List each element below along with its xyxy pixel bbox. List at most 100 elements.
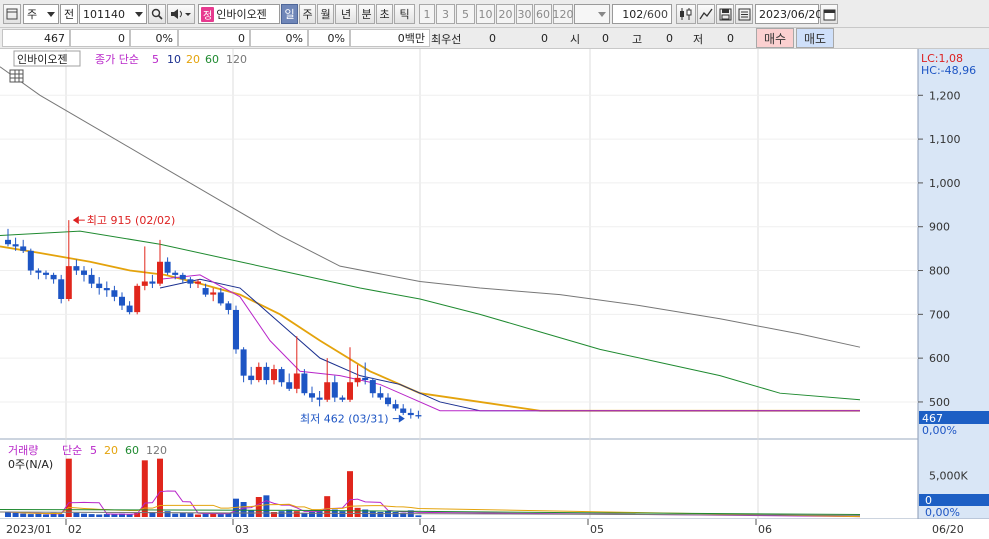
volume-rate: 0% (250, 29, 308, 47)
volume-bar (103, 514, 110, 517)
chart-area[interactable]: 1,200 1,100 1,000 900 800 700 600 500 5,000K 2023… (0, 49, 989, 539)
buy-button[interactable]: 매수 (756, 28, 794, 48)
low-price: 0 (727, 31, 734, 45)
search-icon[interactable] (148, 4, 166, 24)
candle-body (210, 292, 217, 295)
ma-legend-label: 종가 단순 (95, 53, 139, 66)
ma10-line (159, 278, 860, 412)
market-select[interactable]: 주 (23, 4, 59, 24)
date-tick-label: 02 (68, 523, 82, 536)
ma5-line (159, 274, 860, 412)
quote-bar: 467 0 0% 0 0% 0% 0백만 최우선 0 0 시 0 고 0 저 0… (0, 28, 989, 49)
candle-body (347, 382, 353, 400)
candle-body (81, 270, 87, 275)
volume-legend-120: 120 (146, 444, 167, 457)
candle-body (248, 375, 255, 381)
volume-bar (5, 512, 11, 517)
candle-body (12, 244, 19, 247)
date-field[interactable]: 2023/06/20 (755, 4, 823, 24)
interval-3-button[interactable]: 3 (436, 4, 455, 24)
open-label: 시 (570, 33, 581, 46)
interval-10-button[interactable]: 10 (476, 4, 495, 24)
volume-bar (377, 512, 384, 517)
candle-body (35, 270, 42, 273)
price-tick-label: 1,200 (929, 89, 961, 102)
chevron-down-icon (47, 11, 55, 17)
date-tick-label: 06 (758, 523, 772, 536)
whole-market-button[interactable]: 전 (60, 4, 78, 24)
volume-bar (96, 514, 103, 517)
candle-body (164, 261, 171, 273)
stock-name-field[interactable]: 정 인바이오젠 (198, 4, 280, 24)
price-tick-label: 800 (929, 265, 950, 278)
candle-body (172, 272, 179, 275)
period-week-button[interactable]: 주 (299, 4, 316, 24)
high-label: 고 (632, 33, 643, 46)
interval-5-button[interactable]: 5 (456, 4, 475, 24)
price-tick-label: 600 (929, 352, 950, 365)
stock-status-badge: 정 (201, 6, 215, 22)
volume-bar (88, 514, 95, 517)
candle-body (119, 296, 125, 306)
sell-button[interactable]: 매도 (796, 28, 834, 48)
interval-30-button[interactable]: 30 (516, 4, 533, 24)
period-tick-button[interactable]: 틱 (394, 4, 415, 24)
volume-bar (81, 513, 87, 517)
chart-menu-icon[interactable] (3, 4, 21, 24)
volume-legend-name: 거래량 (8, 444, 38, 457)
period-year-button[interactable]: 년 (335, 4, 357, 24)
candle-type-icon[interactable] (676, 4, 696, 24)
interval-120-button[interactable]: 120 (553, 4, 574, 24)
stock-code-input[interactable]: 101140 (79, 4, 147, 24)
stock-chart[interactable]: 1,200 1,100 1,000 900 800 700 600 500 5,000K 2023… (0, 49, 989, 539)
table-icon[interactable] (9, 69, 24, 83)
volume-bar (195, 514, 201, 517)
price-tick-label: 700 (929, 308, 950, 321)
ma60-line (0, 230, 861, 401)
candle-body (126, 305, 133, 313)
volume-legend-60: 60 (125, 444, 139, 457)
candle-body (233, 309, 239, 350)
volume-bar (43, 514, 49, 517)
volume-bar (347, 471, 353, 517)
date-value: 2023/06/20 (759, 7, 823, 21)
chevron-down-icon (135, 11, 143, 17)
chevron-down-icon (598, 11, 606, 17)
candle-body (278, 369, 285, 383)
chart-window: 주 전 101140 정 인바이오젠 일 주 월 년 분 초 틱 1 3 5 1… (0, 0, 989, 539)
volume-bar (73, 512, 80, 517)
trend-tool-icon[interactable] (697, 4, 715, 24)
interval-1-button[interactable]: 1 (419, 4, 435, 24)
whole-market-label: 전 (63, 8, 75, 21)
candle-body (141, 281, 148, 286)
candle-body (377, 393, 384, 398)
candle-body (271, 369, 277, 381)
interval-60-button[interactable]: 60 (534, 4, 552, 24)
speaker-icon[interactable] (167, 4, 195, 24)
volume-status: 0주(N/A) (8, 458, 53, 471)
date-tick-label: 03 (235, 523, 249, 536)
period-second-button[interactable]: 초 (376, 4, 393, 24)
period-month-button[interactable]: 월 (317, 4, 334, 24)
low-annotation: 최저 462 (03/31) (300, 413, 389, 426)
volume-bar (157, 458, 163, 517)
volume-legend-20: 20 (104, 444, 118, 457)
high-marker: 최고 915 (02/02) (72, 214, 175, 227)
calendar-icon[interactable] (820, 4, 838, 24)
candle-body (407, 412, 414, 416)
data-count-field[interactable]: 102 /600 (612, 4, 672, 24)
save-icon[interactable] (716, 4, 734, 24)
candle-body (73, 266, 80, 271)
interval-custom-select[interactable] (574, 4, 610, 24)
ma-legend-60: 60 (205, 53, 219, 66)
settings-icon[interactable] (735, 4, 753, 24)
ma120-line (0, 66, 861, 348)
best-bid: 0 (541, 31, 548, 45)
candle-body (134, 285, 141, 313)
price-axis-panel[interactable] (918, 49, 989, 519)
data-count-value: 102 (622, 7, 644, 21)
price-tick-label: 1,000 (929, 177, 961, 190)
period-minute-button[interactable]: 분 (358, 4, 375, 24)
period-day-button[interactable]: 일 (281, 4, 298, 24)
interval-20-button[interactable]: 20 (496, 4, 515, 24)
